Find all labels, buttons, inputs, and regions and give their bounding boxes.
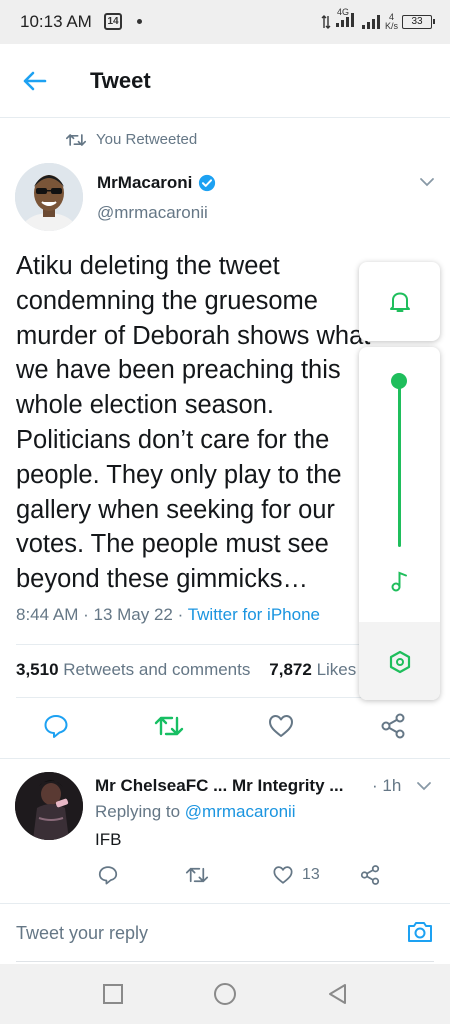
battery-icon: 33 [402, 15, 435, 29]
heart-icon [273, 866, 293, 884]
replying-handle-link[interactable]: @mrmacaronii [185, 802, 296, 821]
reply-text: IFB [95, 830, 122, 849]
volume-slider-track[interactable] [398, 379, 401, 547]
avatar-image [15, 163, 83, 231]
tweet-time: 8:44 AM [16, 605, 79, 624]
back-arrow-icon [23, 71, 47, 91]
tweet-meta: 8:44 AM · 13 May 22 · Twitter for iPhone [16, 605, 320, 625]
author-avatar[interactable] [15, 163, 83, 231]
volume-slider-handle[interactable] [391, 373, 407, 389]
reply-author-avatar[interactable] [15, 772, 83, 840]
retweets-stat[interactable]: 3,510 Retweets and comments [16, 660, 250, 679]
back-button[interactable] [20, 66, 50, 96]
meta-separator: · [177, 605, 188, 624]
square-icon [103, 984, 123, 1004]
chevron-down-icon [420, 178, 434, 187]
retweets-count: 3,510 [16, 660, 59, 679]
reply-share-button[interactable] [359, 862, 381, 888]
like-button[interactable] [267, 712, 297, 742]
chevron-down-icon [417, 782, 431, 791]
reply-like-button[interactable]: 13 [272, 862, 320, 888]
reply-author-name[interactable]: Mr ChelseaFC ... Mr Integrity ... [95, 776, 343, 796]
tweet-stats: 3,510 Retweets and comments 7,872 Likes [16, 660, 376, 680]
author-handle[interactable]: @mrmacaronii [97, 203, 208, 223]
reply-icon [98, 866, 118, 885]
divider [16, 961, 434, 962]
meta-separator: · [83, 605, 94, 624]
tweet-source-link[interactable]: Twitter for iPhone [188, 605, 320, 624]
data-transfer-icon [321, 15, 331, 29]
camera-button[interactable] [406, 918, 434, 946]
retweet-active-icon [154, 716, 184, 736]
reply-time-value: 1h [382, 776, 402, 795]
camera-icon [408, 922, 432, 942]
reply-like-count: 13 [302, 866, 320, 883]
replying-to: Replying to @mrmacaronii [95, 802, 296, 822]
system-nav-bar [0, 964, 450, 1024]
ringer-mode-button[interactable] [359, 262, 440, 341]
tweet-actions [0, 712, 450, 748]
share-button[interactable] [379, 712, 409, 742]
reply-reply-button[interactable] [97, 862, 119, 888]
reply-actions: 13 [0, 862, 450, 890]
verified-badge-icon [199, 174, 216, 192]
tweet-options-button[interactable] [418, 174, 436, 190]
status-bar: 10:13 AM 14 4G 4 K/s 33 [0, 0, 450, 44]
divider [0, 758, 450, 759]
tweet-date: 13 May 22 [93, 605, 173, 624]
heart-icon [269, 715, 293, 737]
bell-icon [390, 292, 410, 312]
top-app-bar: Tweet [0, 44, 450, 118]
sound-settings-button[interactable] [359, 622, 440, 700]
reply-retweet-button[interactable] [185, 862, 209, 888]
retweet-notice-text: You Retweeted [96, 131, 198, 148]
replying-label: Replying to [95, 802, 181, 821]
reply-time: · 1h [372, 776, 402, 795]
signal-icon-2 [361, 15, 380, 29]
volume-panel [359, 347, 440, 700]
music-note-icon [391, 571, 407, 592]
reply-compose-input[interactable] [0, 904, 450, 962]
likes-count: 7,872 [269, 660, 312, 679]
retweet-notice: You Retweeted [66, 131, 197, 148]
network-type: 4G [335, 7, 357, 33]
app-notification-icon: 14 [104, 13, 122, 30]
reply-button[interactable] [42, 712, 72, 742]
status-right: 4G 4 K/s 33 [321, 7, 435, 33]
retweets-label: Retweets and comments [63, 660, 251, 679]
triangle-back-icon [329, 984, 346, 1004]
recents-button[interactable] [101, 982, 125, 1006]
status-time: 10:13 AM [20, 12, 92, 31]
circle-icon [214, 983, 236, 1005]
likes-label: Likes [316, 660, 357, 679]
settings-hexagon-icon [389, 650, 411, 674]
net-speed: 4 K/s [384, 12, 398, 31]
reply-avatar-image [15, 772, 83, 840]
retweet-icon [185, 867, 209, 883]
share-icon [360, 865, 380, 885]
likes-stat[interactable]: 7,872 Likes [269, 660, 356, 679]
back-nav-button[interactable] [326, 982, 350, 1006]
reply-icon [44, 715, 68, 738]
share-icon [381, 713, 405, 739]
retweet-button[interactable] [154, 712, 184, 742]
home-button[interactable] [213, 982, 237, 1006]
author-name[interactable]: MrMacaroni [97, 173, 216, 193]
author-name-text: MrMacaroni [97, 173, 193, 192]
page-title: Tweet [90, 68, 151, 93]
notification-dot-icon [137, 19, 142, 24]
retweet-icon [66, 133, 86, 146]
reply-options-button[interactable] [416, 779, 432, 793]
